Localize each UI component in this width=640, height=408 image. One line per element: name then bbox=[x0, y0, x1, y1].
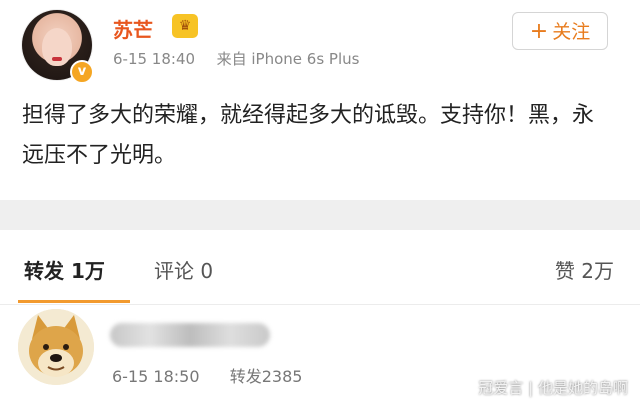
post-source: 来自 iPhone 6s Plus bbox=[216, 50, 360, 68]
repost-timestamp: 6-15 18:50 bbox=[112, 367, 200, 386]
tab-like[interactable]: 赞 2万 bbox=[555, 255, 614, 284]
follow-button[interactable]: + 关注 bbox=[512, 12, 608, 50]
active-tab-indicator bbox=[18, 300, 130, 303]
post-meta: 6-15 18:40 来自 iPhone 6s Plus bbox=[113, 48, 359, 69]
section-divider bbox=[0, 200, 640, 230]
reposter-avatar[interactable] bbox=[18, 309, 94, 385]
repost-count: 转发2385 bbox=[229, 367, 303, 386]
author-name[interactable]: 苏芒 bbox=[113, 14, 153, 43]
doge-avatar-icon bbox=[18, 309, 94, 385]
reposter-name-blurred[interactable] bbox=[110, 323, 270, 347]
post-timestamp: 6-15 18:40 bbox=[113, 50, 196, 68]
follow-label: 关注 bbox=[552, 21, 591, 43]
interaction-tabs: 转发 1万 评论 0 赞 2万 bbox=[0, 230, 640, 305]
watermark: 冠爱言 | 他是她的岛啊 bbox=[478, 379, 628, 397]
avatar-lips bbox=[52, 57, 62, 61]
repost-meta: 6-15 18:50 转发2385 bbox=[112, 363, 302, 387]
tab-comment[interactable]: 评论 0 bbox=[154, 255, 213, 284]
vip-crown-icon: ♛ bbox=[172, 14, 198, 38]
weibo-post: v 苏芒 ♛ 6-15 18:40 来自 iPhone 6s Plus + 关注 … bbox=[0, 0, 640, 200]
verified-badge-icon: v bbox=[70, 60, 94, 84]
tab-repost[interactable]: 转发 1万 bbox=[24, 255, 105, 284]
plus-icon: + bbox=[529, 19, 549, 44]
post-content: 担得了多大的荣耀，就经得起多大的诋毁。支持你！黑，永远压不了光明。 bbox=[22, 103, 595, 168]
